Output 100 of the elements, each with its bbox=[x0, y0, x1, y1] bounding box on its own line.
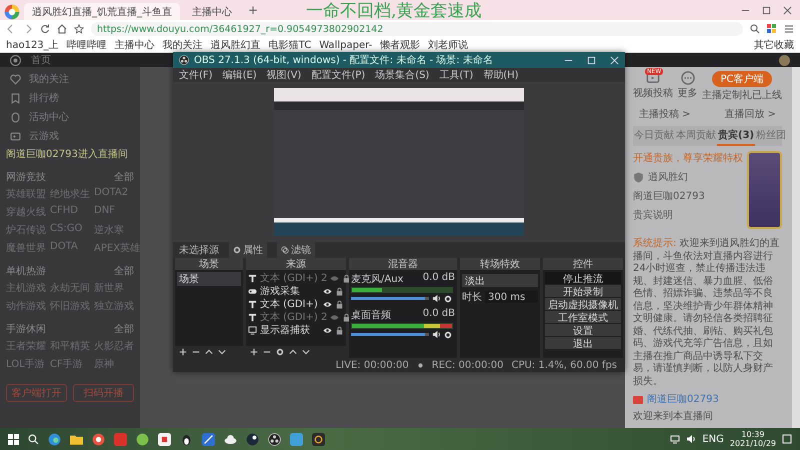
other-bookmarks[interactable]: 其它收藏 bbox=[754, 38, 794, 52]
site-logo-icon[interactable] bbox=[10, 54, 21, 66]
add-icon[interactable] bbox=[179, 348, 187, 356]
app-icon[interactable] bbox=[312, 432, 325, 446]
eye-icon[interactable] bbox=[323, 286, 332, 296]
new-tab-button[interactable]: + bbox=[244, 3, 262, 17]
ranking-tab[interactable]: 今日贡献 bbox=[633, 126, 675, 146]
category-link[interactable]: 绝地求生 bbox=[50, 187, 90, 201]
category-link[interactable]: DOTA bbox=[50, 241, 90, 255]
settings-icon[interactable] bbox=[276, 348, 284, 356]
bookmark[interactable]: 刘老师说 bbox=[428, 38, 468, 52]
bookmark[interactable]: 电影猫TC bbox=[268, 38, 312, 52]
browser-tab[interactable]: 逍风胜幻直播_饥荒直播_斗鱼直 bbox=[24, 3, 180, 20]
ranking-tab[interactable]: 贵宾(3) bbox=[717, 126, 756, 146]
app-icon[interactable] bbox=[202, 432, 215, 446]
category-link[interactable]: CS:GO bbox=[50, 223, 90, 237]
panel-link[interactable]: 直播回放 > bbox=[724, 107, 776, 121]
maximize-icon[interactable] bbox=[762, 6, 771, 14]
bookmark[interactable]: 我的关注 bbox=[162, 38, 203, 52]
video-upload-link[interactable]: 视频投稿 bbox=[633, 86, 673, 100]
browser-tab[interactable]: 主播中心 bbox=[184, 3, 240, 20]
lock-icon[interactable] bbox=[335, 326, 344, 334]
category-link[interactable]: CF手游 bbox=[50, 357, 90, 371]
star-icon[interactable] bbox=[74, 24, 84, 34]
ranking-tab[interactable]: 本周贡献 bbox=[675, 126, 717, 146]
sidebar-button[interactable]: 扫码开播 bbox=[73, 384, 134, 402]
duration-field[interactable]: 300 ms bbox=[485, 291, 538, 303]
browser-icon[interactable] bbox=[48, 432, 61, 446]
menu-item[interactable]: 文件(F) bbox=[179, 68, 213, 82]
home-link[interactable]: 首页 bbox=[31, 53, 51, 67]
category-link[interactable]: 逆水寒 bbox=[94, 223, 140, 237]
bookmark[interactable]: hao123_上 bbox=[6, 38, 59, 52]
category-link[interactable]: 怀旧游戏 bbox=[50, 299, 90, 313]
panel-link[interactable]: 主播投稿 > bbox=[639, 107, 691, 121]
category-link[interactable]: CFHD bbox=[50, 205, 90, 219]
taskbar-clock[interactable]: 10:39 2021/10/29 bbox=[730, 430, 776, 448]
source-item[interactable]: 文本 (GDI+) bbox=[260, 297, 320, 311]
obs-logo-icon[interactable] bbox=[268, 432, 281, 446]
transition-select[interactable]: 淡出 bbox=[462, 274, 538, 287]
category-link[interactable]: 永劫无间 bbox=[50, 281, 90, 295]
menu-icon[interactable] bbox=[784, 24, 794, 34]
category-link[interactable]: 和平精英 bbox=[50, 339, 90, 353]
speaker-icon[interactable] bbox=[432, 330, 441, 339]
bookmark[interactable]: 主播中心 bbox=[114, 38, 155, 52]
speaker-icon[interactable] bbox=[686, 434, 696, 444]
control-button[interactable]: 启动虚拟摄像机 bbox=[545, 298, 621, 310]
lock-icon[interactable] bbox=[335, 300, 344, 308]
category-link[interactable]: 独立游戏 bbox=[94, 299, 134, 313]
category-link[interactable]: DNF bbox=[94, 205, 140, 219]
menu-item[interactable]: 配置文件(P) bbox=[311, 68, 366, 82]
scene-item[interactable]: 场景 bbox=[177, 272, 241, 286]
sidebar-item[interactable]: 我的关注 bbox=[29, 72, 69, 86]
penguin-icon[interactable] bbox=[180, 432, 193, 446]
add-icon[interactable] bbox=[250, 348, 258, 356]
search-icon[interactable] bbox=[750, 24, 760, 34]
category-link[interactable]: 英雄联盟 bbox=[6, 187, 46, 201]
category-link[interactable]: APEX英雄 bbox=[94, 241, 140, 255]
menu-item[interactable]: 场景集合(S) bbox=[375, 68, 430, 82]
menu-item[interactable]: 工具(T) bbox=[439, 68, 474, 82]
more-icon[interactable] bbox=[680, 71, 694, 85]
chat-username[interactable]: 阁道巨咖02793 bbox=[647, 394, 719, 406]
sidebar-button[interactable]: 客户端打开 bbox=[6, 384, 67, 402]
move-down-icon[interactable] bbox=[302, 348, 310, 356]
pc-client-button[interactable]: PC客户端 bbox=[712, 71, 772, 87]
menu-item[interactable]: 视图(V) bbox=[266, 68, 302, 82]
lock-icon[interactable] bbox=[342, 312, 352, 322]
input-language[interactable]: ENG bbox=[702, 434, 724, 444]
category-link[interactable]: 穿越火线 bbox=[6, 205, 46, 219]
category-link[interactable]: 火影忍者 bbox=[94, 339, 134, 353]
category-link[interactable]: 王者荣耀 bbox=[6, 339, 46, 353]
close-icon[interactable] bbox=[783, 6, 792, 14]
menu-item[interactable]: 编辑(E) bbox=[222, 68, 257, 82]
source-toolbar-button[interactable]: 滤镜 bbox=[277, 242, 315, 258]
cloud-icon[interactable] bbox=[224, 432, 237, 446]
category-link[interactable]: DOTA2 bbox=[94, 187, 140, 201]
bookmark[interactable]: 逍风胜幻直 bbox=[210, 38, 261, 52]
lock-icon[interactable] bbox=[342, 274, 352, 282]
more-link[interactable]: 更多 bbox=[678, 86, 698, 100]
all-link[interactable]: 全部 bbox=[114, 170, 134, 184]
category-link[interactable]: 动作游戏 bbox=[6, 299, 46, 313]
eye-icon[interactable] bbox=[323, 300, 332, 308]
move-up-icon[interactable] bbox=[289, 348, 297, 356]
network-icon[interactable] bbox=[670, 434, 680, 444]
control-button[interactable]: 退出 bbox=[545, 337, 621, 349]
source-item[interactable]: 文本 (GDI+) 2 bbox=[260, 310, 328, 324]
category-link[interactable]: LOL手游 bbox=[6, 357, 46, 371]
address-field[interactable]: https://www.douyu.com/36461927_r=0.9054973802902142 bbox=[91, 22, 743, 36]
category-link[interactable]: 新世界 bbox=[94, 281, 134, 295]
source-item[interactable]: 游戏采集 bbox=[260, 284, 320, 298]
home-icon[interactable] bbox=[57, 24, 67, 34]
category-link[interactable]: 炉石传说 bbox=[6, 223, 46, 237]
app-icon[interactable] bbox=[92, 432, 105, 446]
category-link[interactable]: 主机游戏 bbox=[6, 281, 46, 295]
sidebar-item[interactable]: 云游戏 bbox=[29, 129, 59, 143]
lock-icon[interactable] bbox=[335, 286, 344, 296]
control-button[interactable]: 工作室模式 bbox=[545, 311, 621, 323]
eye-icon[interactable] bbox=[323, 326, 332, 334]
speaker-icon[interactable] bbox=[432, 294, 441, 303]
notification-icon[interactable] bbox=[782, 434, 792, 444]
control-button[interactable]: 停止推流 bbox=[545, 272, 621, 284]
